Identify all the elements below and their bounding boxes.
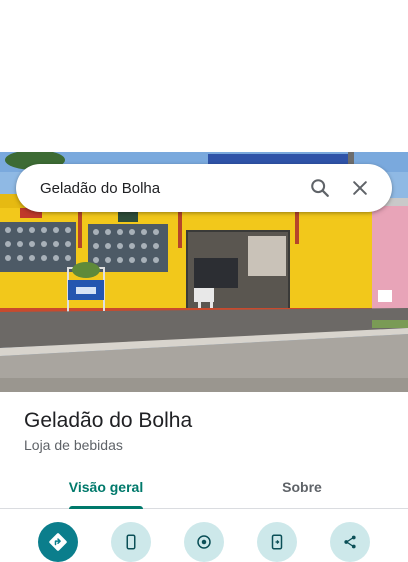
- share-button[interactable]: [330, 522, 370, 562]
- tab-bar: Visão geral Sobre: [0, 466, 408, 509]
- tab-overview[interactable]: Visão geral: [37, 466, 175, 508]
- tab-about[interactable]: Sobre: [233, 466, 371, 508]
- active-tab-indicator: [69, 506, 143, 509]
- clear-button[interactable]: [340, 168, 380, 208]
- search-icon: [311, 179, 329, 197]
- blank-header-area: [0, 0, 408, 152]
- close-icon: [353, 181, 367, 195]
- share-icon: [344, 535, 356, 549]
- directions-button[interactable]: [38, 522, 78, 562]
- search-input[interactable]: Geladão do Bolha: [40, 180, 300, 197]
- nearby-icon: [197, 535, 211, 549]
- send-to-phone-button[interactable]: [257, 522, 297, 562]
- phone-icon: [126, 534, 136, 550]
- send-to-phone-icon: [271, 534, 283, 550]
- directions-icon: [49, 533, 67, 551]
- action-buttons-row: [0, 522, 408, 562]
- place-title: Geladão do Bolha: [24, 409, 193, 432]
- search-bar[interactable]: Geladão do Bolha: [16, 164, 392, 212]
- search-button[interactable]: [300, 168, 340, 208]
- place-category: Loja de bebidas: [24, 437, 123, 453]
- call-button[interactable]: [111, 522, 151, 562]
- nearby-button[interactable]: [184, 522, 224, 562]
